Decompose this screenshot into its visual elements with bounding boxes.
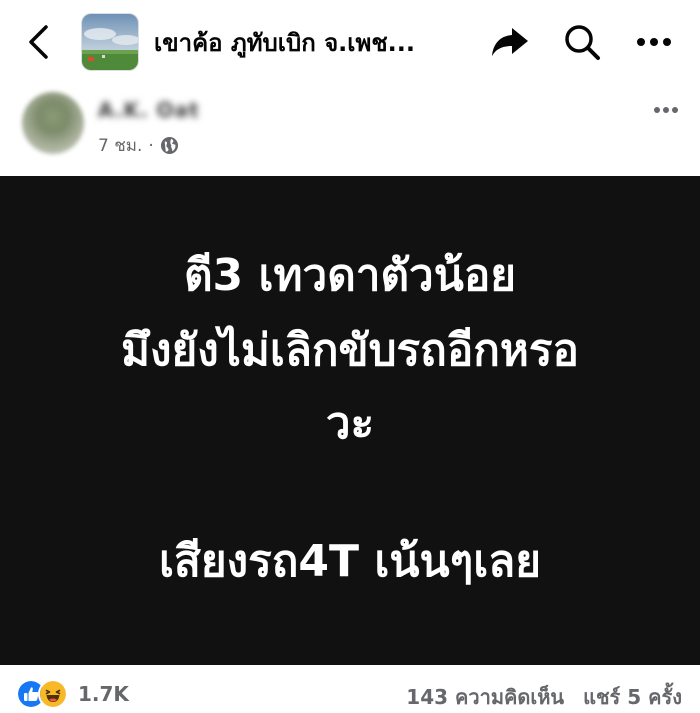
post-footer: 1.7K 143 ความคิดเห็น แชร์ 5 ครั้ง bbox=[0, 665, 700, 711]
post-text-line: วะ bbox=[325, 398, 375, 449]
reactions-summary[interactable]: 1.7K bbox=[16, 679, 129, 709]
post-text-line: มึงยังไม่เลิกขับรถอีกหรอ bbox=[121, 325, 579, 376]
top-navigation-bar: เขาค้อ ภูทับเบิก จ.เพช... bbox=[0, 0, 700, 86]
share-button[interactable] bbox=[488, 20, 532, 64]
search-button[interactable] bbox=[560, 20, 604, 64]
post-text-card[interactable]: ตี3 เทวดาตัวน้อย มึงยังไม่เลิกขับรถอีกหร… bbox=[0, 176, 700, 665]
globe-icon bbox=[160, 136, 178, 155]
group-thumbnail[interactable] bbox=[81, 13, 139, 71]
more-icon bbox=[637, 38, 671, 46]
back-icon bbox=[29, 25, 48, 59]
share-icon bbox=[492, 28, 528, 56]
author-name[interactable]: A.K. Oat bbox=[98, 98, 200, 122]
reaction-count: 1.7K bbox=[78, 682, 129, 706]
post-options-button[interactable] bbox=[648, 92, 684, 128]
post-text-line: ตี3 เทวดาตัวน้อย bbox=[183, 250, 517, 301]
share-count[interactable]: แชร์ 5 ครั้ง bbox=[583, 685, 682, 709]
meta-separator: · bbox=[148, 135, 154, 156]
comment-count[interactable]: 143 ความคิดเห็น bbox=[406, 685, 564, 709]
post-header: A.K. Oat 7 ชม. · bbox=[0, 86, 700, 176]
search-icon bbox=[565, 25, 600, 60]
back-button[interactable] bbox=[16, 20, 60, 64]
group-cover-image bbox=[82, 14, 138, 70]
engagement-stats: 143 ความคิดเห็น แชร์ 5 ครั้ง bbox=[406, 681, 682, 713]
haha-icon bbox=[38, 679, 68, 709]
group-name[interactable]: เขาค้อ ภูทับเบิก จ.เพช... bbox=[154, 26, 454, 60]
post-meta: 7 ชม. · bbox=[98, 132, 179, 159]
post-text-line: เสียงรถ4T เน้นๆเลย bbox=[159, 536, 541, 587]
author-avatar[interactable] bbox=[22, 92, 84, 154]
more-icon bbox=[654, 107, 678, 113]
post-time[interactable]: 7 ชม. bbox=[98, 132, 142, 159]
more-button[interactable] bbox=[632, 20, 676, 64]
